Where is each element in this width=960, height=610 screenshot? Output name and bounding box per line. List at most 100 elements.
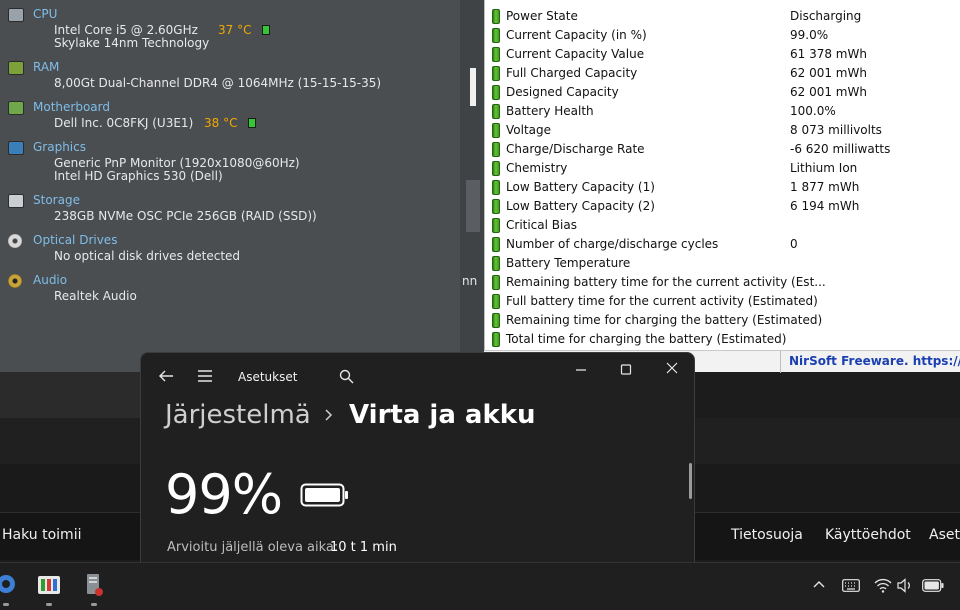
battery-info-row[interactable]: Designed Capacity 62 001 mWh: [485, 83, 960, 102]
battery-item-icon: [492, 161, 500, 176]
chevron-right-icon: [325, 409, 333, 421]
chevron-up-icon[interactable]: [812, 578, 826, 592]
battery-info-row[interactable]: Full battery time for the current activi…: [485, 292, 960, 311]
property-name: Remaining time for charging the battery …: [506, 313, 823, 327]
property-value: 61 378 mWh: [790, 47, 867, 61]
property-name: Full battery time for the current activi…: [506, 294, 818, 308]
scrollbar-thumb[interactable]: [470, 68, 476, 106]
close-icon[interactable]: [660, 360, 684, 378]
battery-info-row[interactable]: Number of charge/discharge cycles 0: [485, 235, 960, 254]
property-name: Total time for charging the battery (Est…: [506, 332, 787, 346]
temperature-value: 38 °C: [204, 116, 238, 130]
property-value: 62 001 mWh: [790, 66, 867, 80]
battery-info-row[interactable]: Charge/Discharge Rate -6 620 milliwatts: [485, 140, 960, 159]
property-name: Battery Temperature: [506, 256, 631, 270]
hamburger-menu-icon[interactable]: [197, 369, 213, 383]
estimated-time-label: Arvioitu jäljellä oleva aika:: [167, 540, 339, 555]
battery-info-row[interactable]: Chemistry Lithium Ion: [485, 159, 960, 178]
desktop: CPU Intel Core i5 @ 2.60GHz Skylake 14nm…: [0, 0, 960, 610]
battery-info-row[interactable]: Remaining battery time for the current a…: [485, 273, 960, 292]
property-value: 1 877 mWh: [790, 180, 860, 194]
maximize-icon[interactable]: [614, 361, 638, 379]
property-value: 0: [790, 237, 798, 251]
keyboard-icon[interactable]: [842, 579, 860, 592]
section-line: No optical disk drives detected: [54, 249, 241, 263]
property-name: Number of charge/discharge cycles: [506, 237, 719, 251]
nirsoft-link[interactable]: NirSoft Freeware. https://www.: [789, 354, 960, 368]
section-line: 238GB NVMe OSC PCIe 256GB (RAID (SSD)): [54, 209, 317, 223]
battery-tray-icon[interactable]: [922, 579, 944, 592]
truncated-text: nn: [462, 274, 478, 288]
property-name: Voltage: [506, 123, 552, 137]
section-line: Intel HD Graphics 530 (Dell): [54, 169, 223, 183]
battery-info-row[interactable]: Current Capacity Value 61 378 mWh: [485, 45, 960, 64]
battery-info-row[interactable]: Total time for charging the battery (Est…: [485, 330, 960, 349]
settings-app-icon[interactable]: [0, 572, 18, 596]
status-divider: [780, 351, 781, 373]
battery-info-row[interactable]: Critical Bias: [485, 216, 960, 235]
running-indicator: [46, 603, 52, 606]
estimated-time-value: 10 t 1 min: [330, 540, 397, 555]
battery-item-icon: [492, 9, 500, 24]
battery-item-icon: [492, 123, 500, 138]
section-line: 8,00Gt Dual-Channel DDR4 @ 1064MHz (15-1…: [54, 76, 382, 90]
search-icon[interactable]: [339, 369, 354, 384]
page-title: Virta ja akku: [349, 400, 536, 430]
property-name: Current Capacity Value: [506, 47, 645, 61]
section-line: Generic PnP Monitor (1920x1080@60Hz): [54, 156, 300, 170]
battery-item-icon: [492, 275, 500, 290]
section-title[interactable]: CPU: [33, 7, 57, 21]
section-title[interactable]: Motherboard: [33, 100, 110, 114]
property-name: Battery Health: [506, 104, 594, 118]
battery-info-row[interactable]: Low Battery Capacity (2) 6 194 mWh: [485, 197, 960, 216]
battery-item-icon: [492, 237, 500, 252]
settings-link[interactable]: Asetu: [929, 527, 960, 543]
battery-item-icon: [492, 28, 500, 43]
section-line: Dell Inc. 0C8FKJ (U3E1): [54, 116, 194, 130]
minimize-icon[interactable]: [569, 361, 593, 379]
breadcrumb-parent[interactable]: Järjestelmä: [165, 400, 311, 430]
wifi-icon[interactable]: [874, 578, 892, 593]
battery-info-row[interactable]: Full Charged Capacity 62 001 mWh: [485, 64, 960, 83]
battery-item-icon: [492, 332, 500, 347]
running-indicator: [3, 603, 9, 606]
temperature-status-icon: [248, 118, 256, 128]
battery-item-icon: [492, 66, 500, 81]
battery-item-icon: [492, 104, 500, 119]
battery-info-row[interactable]: Battery Temperature: [485, 254, 960, 273]
battery-item-icon: [492, 199, 500, 214]
volume-icon[interactable]: [897, 578, 913, 593]
battery-info-row[interactable]: Power State Discharging: [485, 7, 960, 26]
battery-item-icon: [492, 180, 500, 195]
battery-info-row[interactable]: Low Battery Capacity (1) 1 877 mWh: [485, 178, 960, 197]
search-works-link[interactable]: Haku toimii: [2, 527, 81, 543]
cpu-icon: [8, 8, 24, 22]
scrollbar-thumb[interactable]: [689, 463, 692, 499]
section-line: Skylake 14nm Technology: [54, 36, 210, 50]
battery-item-icon: [492, 313, 500, 328]
panel-divider: [466, 180, 480, 232]
property-name: Chemistry: [506, 161, 568, 175]
property-value: 62 001 mWh: [790, 85, 867, 99]
battery-info-row[interactable]: Voltage 8 073 millivolts: [485, 121, 960, 140]
battery-info-row[interactable]: Current Capacity (in %) 99.0%: [485, 26, 960, 45]
section-title[interactable]: RAM: [33, 60, 59, 74]
section-title[interactable]: Optical Drives: [33, 233, 117, 247]
running-indicator: [91, 603, 97, 606]
speccy-app-icon[interactable]: [83, 572, 105, 598]
property-name: Remaining battery time for the current a…: [506, 275, 826, 289]
terms-link[interactable]: Käyttöehdot: [825, 527, 911, 543]
property-value: Lithium Ion: [790, 161, 858, 175]
section-title[interactable]: Storage: [33, 193, 80, 207]
battery-info-row[interactable]: Remaining time for charging the battery …: [485, 311, 960, 330]
back-arrow-icon[interactable]: [157, 367, 175, 385]
battery-info-app-icon[interactable]: [37, 574, 61, 596]
property-name: Power State: [506, 9, 578, 23]
property-value: 99.0%: [790, 28, 829, 42]
property-name: Full Charged Capacity: [506, 66, 638, 80]
battery-info-row[interactable]: Battery Health 100.0%: [485, 102, 960, 121]
battery-item-icon: [492, 142, 500, 157]
section-title[interactable]: Graphics: [33, 140, 86, 154]
section-title[interactable]: Audio: [33, 273, 67, 287]
privacy-link[interactable]: Tietosuoja: [731, 527, 803, 543]
